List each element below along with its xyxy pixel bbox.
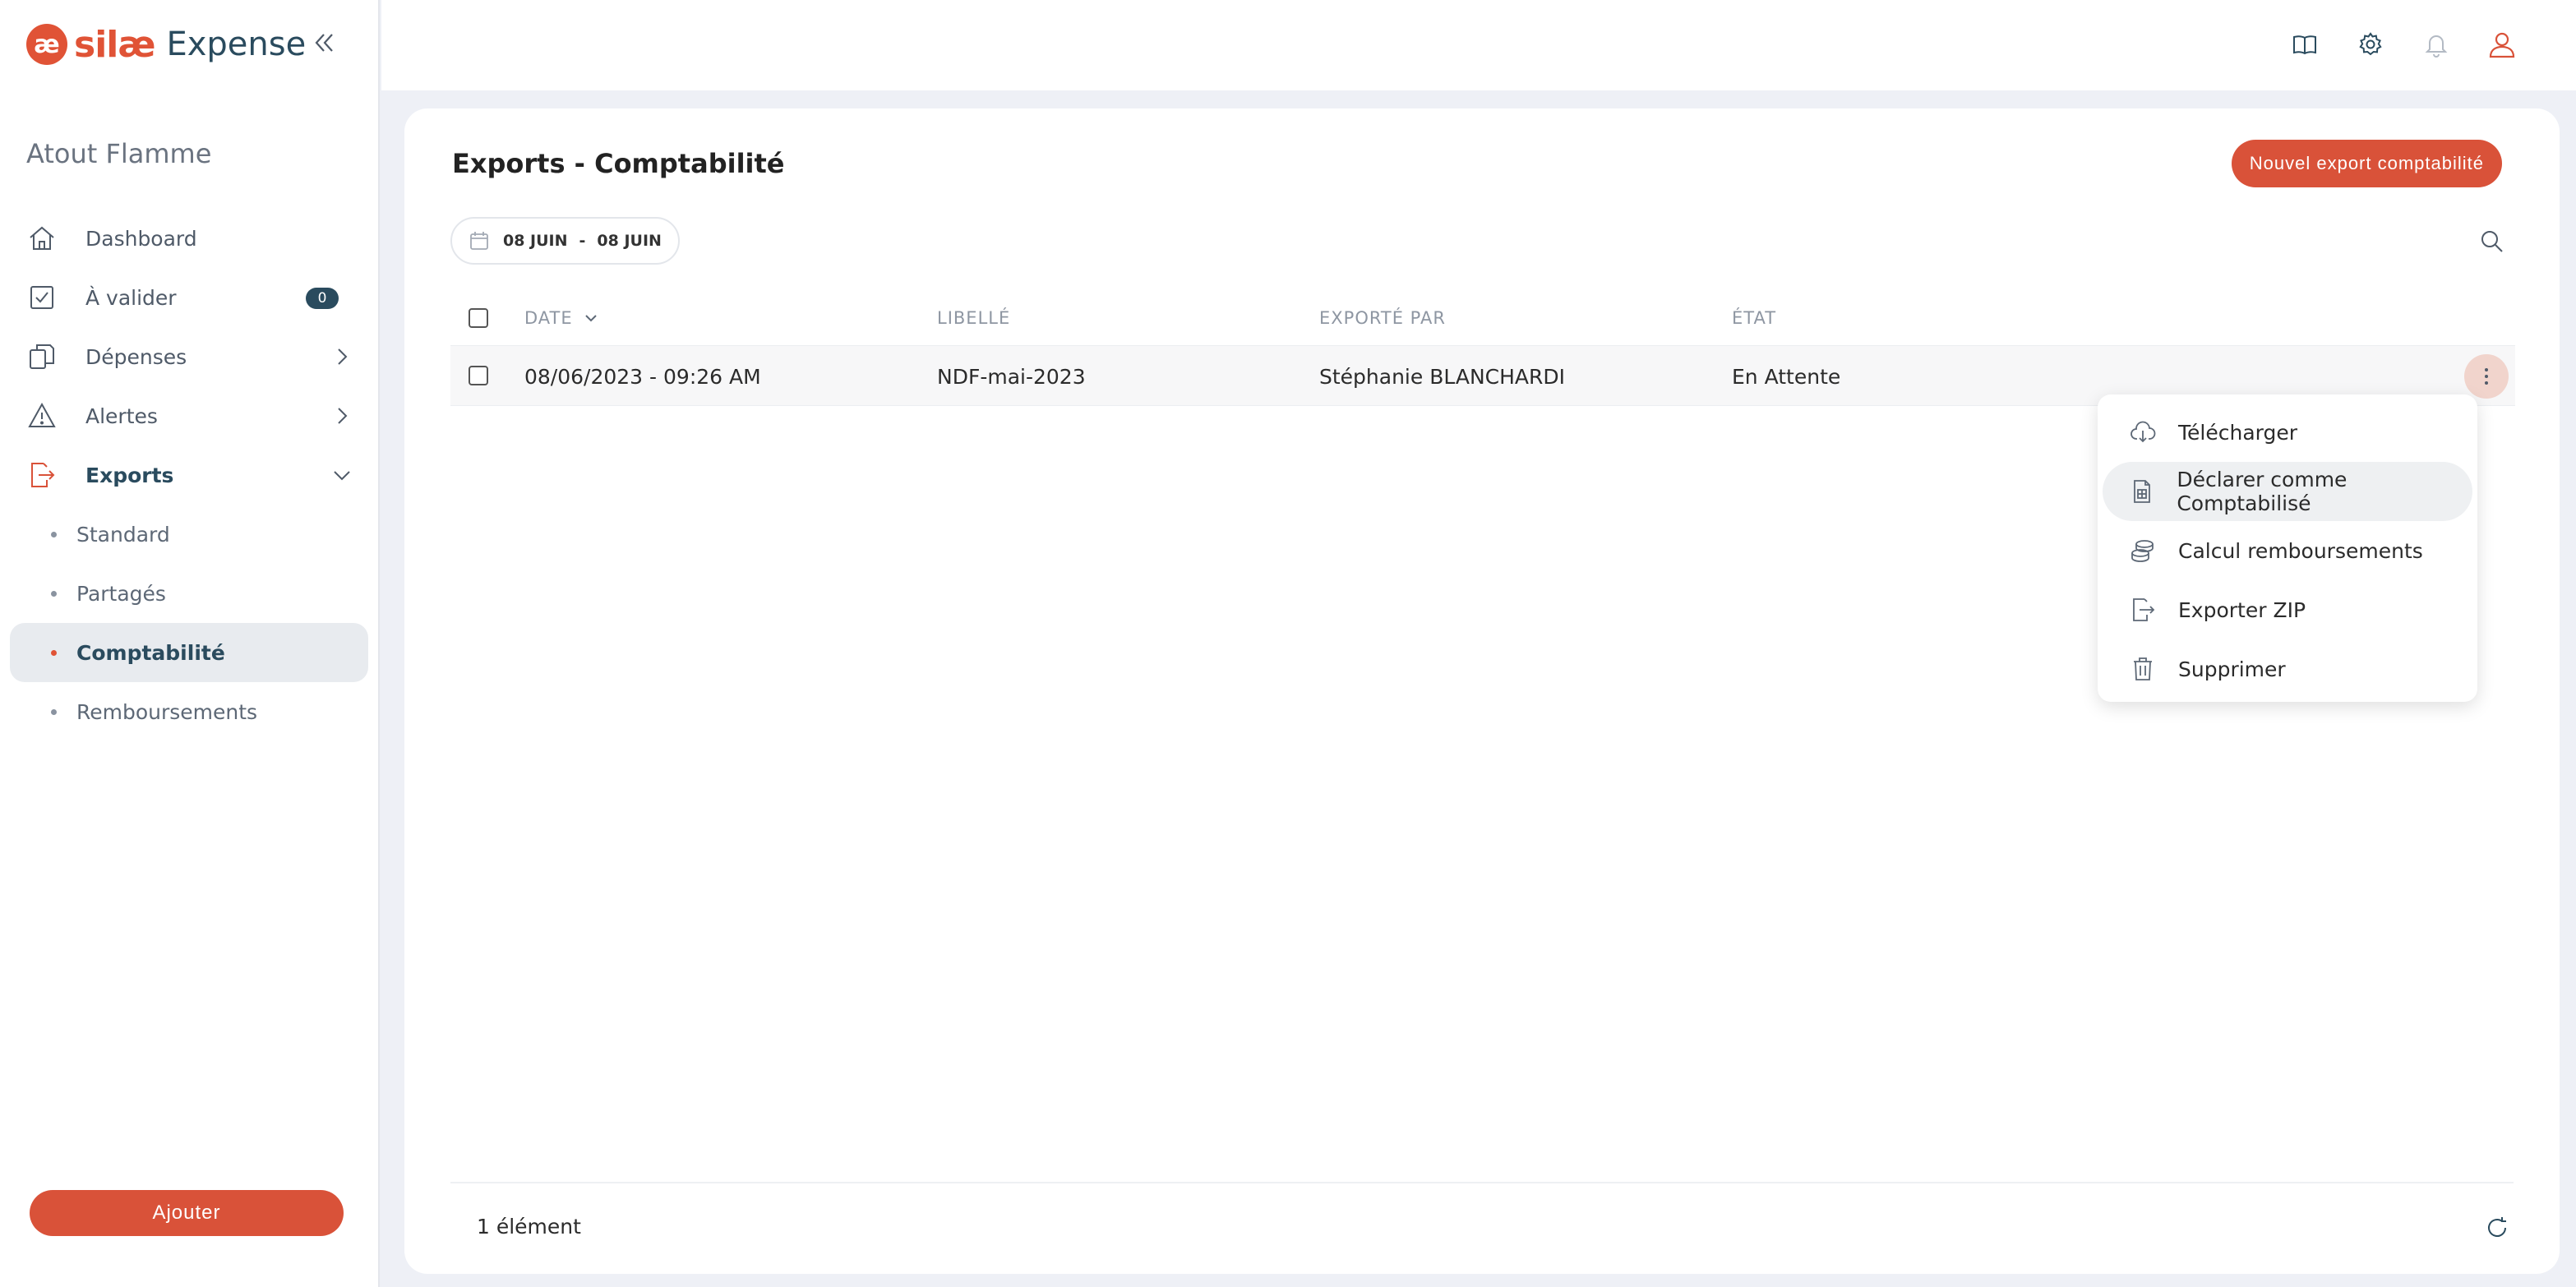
- collapse-sidebar-button[interactable]: [309, 28, 339, 58]
- new-export-button[interactable]: Nouvel export comptabilité: [2231, 140, 2502, 187]
- help-book-button[interactable]: [2288, 28, 2321, 61]
- check-square-icon: [26, 282, 58, 313]
- table-header: DATE LIBELLÉ EXPORTÉ PAR ÉTAT: [450, 291, 2515, 345]
- company-name: Atout Flamme: [26, 138, 212, 169]
- bullet-dot: [51, 590, 57, 597]
- count-badge: 0: [306, 288, 339, 309]
- row-checkbox[interactable]: [469, 366, 488, 385]
- column-header-label: DATE: [524, 308, 573, 328]
- collapse-icon: [315, 34, 333, 52]
- menu-item-calcul-remboursements[interactable]: Calcul remboursements: [2103, 521, 2472, 580]
- menu-item-label: Déclarer comme Comptabilisé: [2177, 468, 2347, 515]
- date-from: 08 JUIN: [503, 232, 568, 250]
- cell-date: 08/06/2023 - 09:26 AM: [524, 364, 761, 389]
- add-button[interactable]: Ajouter: [30, 1190, 344, 1236]
- menu-item-label: Calcul remboursements: [2178, 538, 2423, 563]
- sidebar-nav: Dashboard À valider 0 Dépenses Alertes E…: [0, 209, 378, 741]
- sidebar-subitem-label: Standard: [76, 522, 170, 547]
- sidebar-item-alertes[interactable]: Alertes: [0, 386, 378, 445]
- sidebar-item-a-valider[interactable]: À valider 0: [0, 268, 378, 327]
- sidebar-item-exports[interactable]: Exports: [0, 445, 378, 505]
- brand-mark: æ: [26, 24, 67, 65]
- sidebar-item-label: Dépenses: [85, 344, 187, 369]
- sidebar-item-label: À valider: [85, 285, 177, 310]
- date-range-filter[interactable]: 08 JUIN - 08 JUIN: [450, 217, 680, 265]
- row-actions-menu: Télécharger Déclarer comme Comptabilisé …: [2098, 394, 2477, 702]
- cell-exporte-par: Stéphanie BLANCHARDI: [1319, 364, 1566, 389]
- bell-icon: [2425, 35, 2448, 58]
- settings-button[interactable]: [2354, 28, 2387, 61]
- refresh-button[interactable]: [2481, 1211, 2514, 1244]
- warning-icon: [26, 400, 58, 431]
- sidebar-item-depenses[interactable]: Dépenses: [0, 327, 378, 386]
- notifications-button[interactable]: [2420, 28, 2453, 61]
- menu-item-supprimer[interactable]: Supprimer: [2103, 639, 2472, 699]
- search-button[interactable]: [2476, 225, 2509, 258]
- book-icon: [2293, 35, 2316, 55]
- sidebar: æ silæ Expense Atout Flamme Dashboard À …: [0, 0, 380, 1287]
- menu-item-label: Exporter ZIP: [2178, 597, 2306, 622]
- bullet-dot: [51, 649, 57, 656]
- row-actions-button[interactable]: [2464, 354, 2509, 399]
- trash-icon: [2129, 655, 2157, 683]
- page-title: Exports - Comptabilité: [452, 148, 785, 179]
- sidebar-item-dashboard[interactable]: Dashboard: [0, 209, 378, 268]
- file-export-icon: [2129, 596, 2157, 624]
- sidebar-item-label: Alertes: [85, 404, 158, 428]
- brand-logo[interactable]: æ silæ Expense: [26, 21, 306, 67]
- bullet-dot: [51, 708, 57, 715]
- bullet-dot: [51, 531, 57, 537]
- date-to: 08 JUIN: [597, 232, 662, 250]
- sidebar-subitem-remboursements[interactable]: Remboursements: [0, 682, 378, 741]
- sidebar-subitem-partages[interactable]: Partagés: [0, 564, 378, 623]
- sidebar-subitem-label: Remboursements: [76, 699, 258, 724]
- search-icon: [2481, 231, 2503, 252]
- column-header-date[interactable]: DATE: [524, 308, 599, 328]
- sidebar-subitem-label: Partagés: [76, 581, 166, 606]
- sidebar-item-label: Exports: [85, 463, 174, 487]
- column-header-etat: ÉTAT: [1732, 308, 1777, 328]
- sidebar-subitem-label: Comptabilité: [76, 640, 225, 665]
- sidebar-item-label: Dashboard: [85, 226, 197, 251]
- chevron-right-icon: [338, 348, 348, 365]
- gear-icon: [2359, 32, 2382, 56]
- copy-icon: [26, 341, 58, 372]
- item-count: 1 élément: [477, 1215, 581, 1239]
- chevron-down-icon: [334, 471, 350, 481]
- sidebar-subitem-comptabilite[interactable]: Comptabilité: [10, 623, 368, 682]
- brand-product: Expense: [166, 25, 307, 63]
- brand-name: silæ: [74, 23, 155, 66]
- document-icon: [2129, 477, 2155, 505]
- exports-table: DATE LIBELLÉ EXPORTÉ PAR ÉTAT 08/06/2023…: [450, 291, 2515, 406]
- select-all-checkbox[interactable]: [469, 308, 488, 328]
- cell-libelle: NDF-mai-2023: [937, 364, 1086, 389]
- column-header-libelle: LIBELLÉ: [937, 308, 1011, 328]
- menu-item-exporter-zip[interactable]: Exporter ZIP: [2103, 580, 2472, 639]
- table-footer: 1 élément: [450, 1182, 2514, 1274]
- menu-item-telecharger[interactable]: Télécharger: [2103, 403, 2472, 462]
- cloud-download-icon: [2129, 418, 2157, 446]
- menu-item-label: Télécharger: [2178, 420, 2298, 445]
- home-icon: [26, 223, 58, 254]
- coins-icon: [2129, 537, 2157, 565]
- sidebar-subitem-standard[interactable]: Standard: [0, 505, 378, 564]
- topbar: [381, 0, 2576, 90]
- date-separator: -: [579, 232, 586, 250]
- cell-etat: En Attente: [1732, 364, 1841, 389]
- refresh-icon: [2488, 1217, 2506, 1237]
- user-icon: [2489, 32, 2515, 58]
- more-vertical-icon: [2485, 368, 2488, 385]
- chevron-right-icon: [338, 408, 348, 424]
- menu-item-label: Supprimer: [2178, 657, 2286, 681]
- export-icon: [26, 459, 58, 491]
- menu-item-declarer-comptabilise[interactable]: Déclarer comme Comptabilisé: [2103, 462, 2472, 521]
- column-header-exporte-par: EXPORTÉ PAR: [1319, 308, 1446, 328]
- calendar-icon: [469, 230, 490, 251]
- chevron-down-icon: [584, 315, 597, 322]
- user-profile-button[interactable]: [2486, 28, 2518, 61]
